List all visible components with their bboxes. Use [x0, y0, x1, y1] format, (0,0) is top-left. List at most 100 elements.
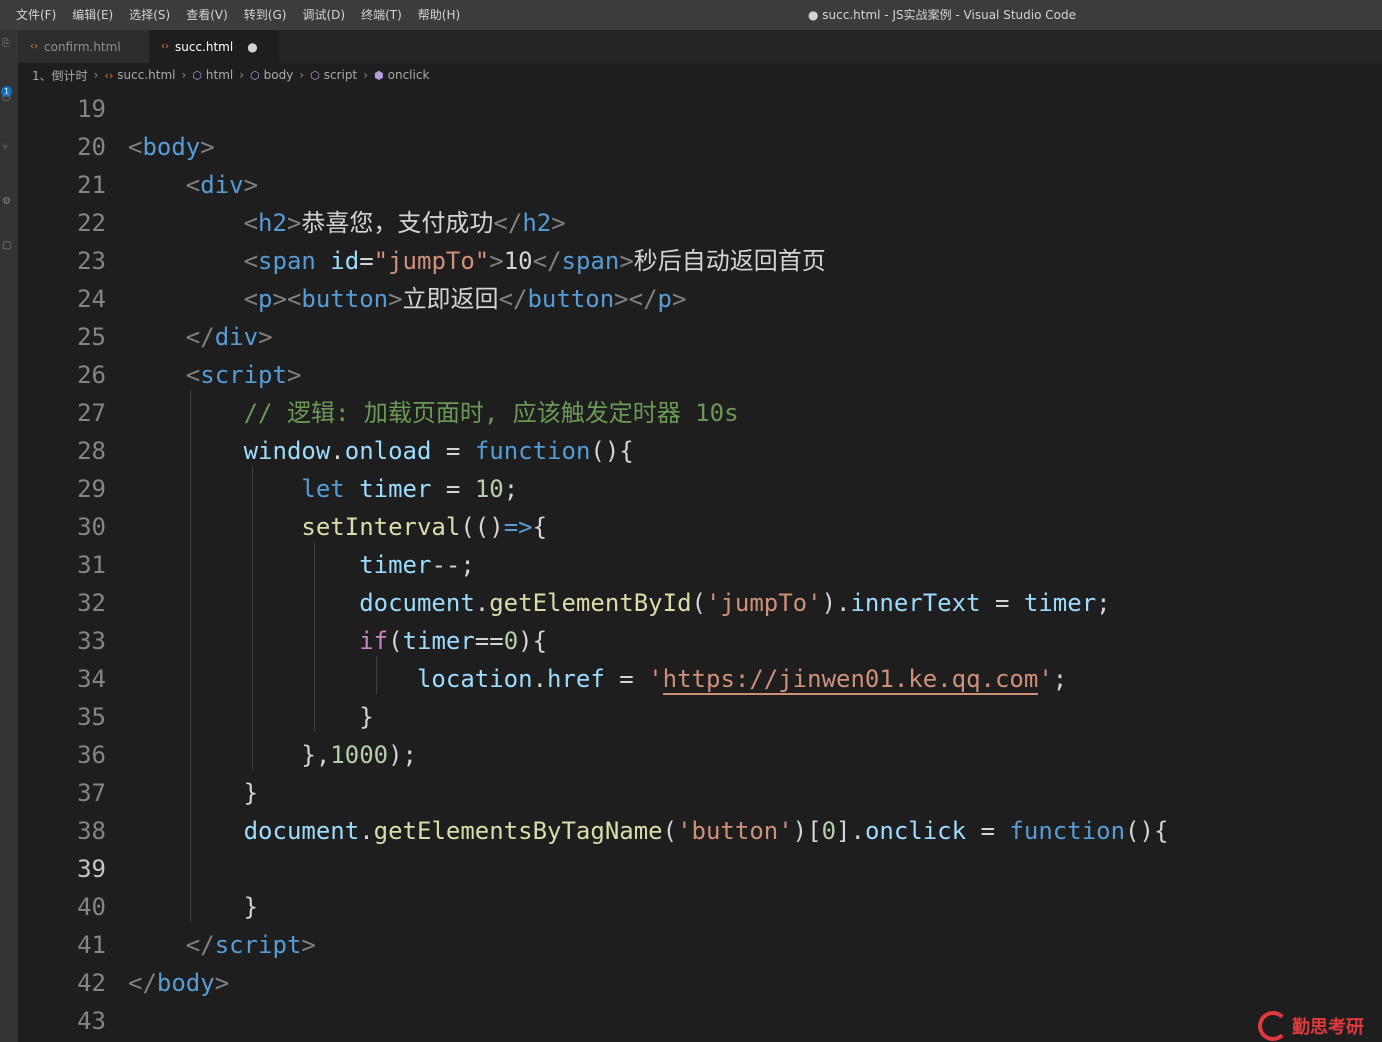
menu-file[interactable]: 文件(F): [8, 0, 64, 30]
brand-logo-icon: [1258, 1011, 1288, 1041]
method-icon: ⬢: [374, 68, 384, 82]
code-line: <p><button>立即返回</button></p>: [243, 285, 687, 313]
code-line: let timer = 10;: [301, 475, 519, 503]
breadcrumb-label: body: [263, 68, 294, 82]
line-number: 36: [77, 741, 106, 769]
line-number: 19: [77, 95, 106, 123]
indent-guide: [190, 390, 191, 922]
watermark-logo: 勤思考研: [1258, 1010, 1382, 1042]
search-icon[interactable]: ○: [2, 92, 12, 104]
line-number: 40: [77, 893, 106, 921]
menu-terminal[interactable]: 终端(T): [353, 0, 410, 30]
breadcrumb-onclick[interactable]: ⬢ onclick: [374, 68, 429, 82]
code-line: }: [243, 893, 259, 921]
line-number: 23: [77, 247, 106, 275]
line-number: 20: [77, 133, 106, 161]
menu-help[interactable]: 帮助(H): [410, 0, 468, 30]
breadcrumb-label: html: [205, 68, 234, 82]
editor-tabs: ‹› confirm.html ‹› succ.html ●: [18, 30, 1382, 63]
watermark-text: 勤思考研: [1292, 1017, 1364, 1038]
line-number: 35: [77, 703, 106, 731]
menu-debug[interactable]: 调试(D): [294, 0, 353, 30]
line-number: 24: [77, 285, 106, 313]
code-line: <body>: [128, 133, 215, 161]
window-title: ● succ.html - JS实战案例 - Visual Studio Cod…: [808, 8, 1076, 22]
line-number: 34: [77, 665, 106, 693]
breadcrumb-label: script: [323, 68, 358, 82]
code-line: document.getElementsByTagName('button')[…: [243, 817, 1169, 845]
html-file-icon: ‹›: [104, 68, 114, 82]
tab-label: confirm.html: [44, 39, 121, 54]
code-area[interactable]: <body> <div> <h2>恭喜您，支付成功</h2> <span id=…: [128, 90, 1368, 1040]
indent-guide: [314, 542, 315, 732]
code-line: </script>: [185, 931, 316, 959]
html-file-icon: ‹›: [161, 41, 169, 52]
url-link[interactable]: https://jinwen01.ke.qq.com: [662, 665, 1039, 695]
menu-view[interactable]: 查看(V): [178, 0, 236, 30]
code-line: },1000);: [301, 741, 417, 769]
breadcrumb-label: succ.html: [117, 68, 176, 82]
breadcrumb-folder[interactable]: 1、倒计时: [32, 67, 88, 84]
code-line: <span id="jumpTo">10</span>秒后自动返回首页: [243, 247, 826, 275]
element-icon: ⬡: [250, 68, 260, 82]
tab-succ-html[interactable]: ‹› succ.html ●: [149, 30, 279, 63]
code-editor[interactable]: 19 20 21 22 23 24 25 26 27 28 29 30 31 3…: [18, 90, 1382, 1042]
breadcrumb-label: onclick: [387, 68, 430, 82]
line-number: 27: [77, 399, 106, 427]
tab-label: succ.html: [175, 39, 234, 54]
line-number: 42: [77, 969, 106, 997]
tab-confirm-html[interactable]: ‹› confirm.html: [18, 30, 149, 63]
breadcrumb: 1、倒计时 › ‹› succ.html › ⬡ html › ⬡ body ›…: [18, 63, 1382, 87]
menu-go[interactable]: 转到(G): [236, 0, 295, 30]
line-number: 43: [77, 1007, 106, 1035]
line-number: 28: [77, 437, 106, 465]
breadcrumb-body[interactable]: ⬡ body: [250, 68, 293, 82]
activity-bar: ⎘ 1 ○ ⑂ ⚙ ▢: [0, 30, 18, 1042]
line-number: 37: [77, 779, 106, 807]
line-number: 41: [77, 931, 106, 959]
line-number: 26: [77, 361, 106, 389]
code-line: <div>: [185, 171, 259, 199]
line-number: 31: [77, 551, 106, 579]
menu-bar: 文件(F) 编辑(E) 选择(S) 查看(V) 转到(G) 调试(D) 终端(T…: [0, 0, 468, 30]
title-bar: 文件(F) 编辑(E) 选择(S) 查看(V) 转到(G) 调试(D) 终端(T…: [0, 0, 1382, 30]
extensions-icon[interactable]: ▢: [2, 240, 12, 252]
html-file-icon: ‹›: [30, 41, 38, 52]
code-line: </div>: [185, 323, 273, 351]
chevron-right-icon: ›: [363, 68, 369, 82]
explorer-icon[interactable]: ⎘: [2, 38, 12, 50]
line-number: 22: [77, 209, 106, 237]
menu-edit[interactable]: 编辑(E): [64, 0, 121, 30]
breadcrumb-html[interactable]: ⬡ html: [192, 68, 233, 82]
line-number-current: 39: [77, 855, 106, 883]
indent-guide: [376, 656, 377, 694]
breadcrumb-file[interactable]: ‹› succ.html: [104, 68, 175, 82]
line-number: 30: [77, 513, 106, 541]
breadcrumb-script[interactable]: ⬡ script: [310, 68, 357, 82]
chevron-right-icon: ›: [239, 68, 245, 82]
line-number: 38: [77, 817, 106, 845]
chevron-right-icon: ›: [93, 68, 99, 82]
line-number: 32: [77, 589, 106, 617]
line-number: 25: [77, 323, 106, 351]
line-number-gutter: 19 20 21 22 23 24 25 26 27 28 29 30 31 3…: [18, 90, 106, 1040]
code-line: // 逻辑: 加载页面时, 应该触发定时器 10s: [243, 399, 739, 427]
source-control-icon[interactable]: ⑂: [2, 142, 12, 154]
chevron-right-icon: ›: [181, 68, 187, 82]
line-number: 33: [77, 627, 106, 655]
code-line: </body>: [128, 969, 230, 997]
code-line: }: [243, 779, 259, 807]
element-icon: ⬡: [192, 68, 202, 82]
code-line: <h2>恭喜您，支付成功</h2>: [243, 209, 566, 237]
element-icon: ⬡: [310, 68, 320, 82]
unsaved-dot-icon[interactable]: ●: [247, 40, 257, 54]
code-line: <script>: [185, 361, 302, 389]
code-line: window.onload = function(){: [243, 437, 634, 465]
indent-guide: [252, 466, 253, 770]
line-number: 29: [77, 475, 106, 503]
line-number: 21: [77, 171, 106, 199]
menu-selection[interactable]: 选择(S): [121, 0, 178, 30]
debug-icon[interactable]: ⚙: [2, 196, 12, 208]
